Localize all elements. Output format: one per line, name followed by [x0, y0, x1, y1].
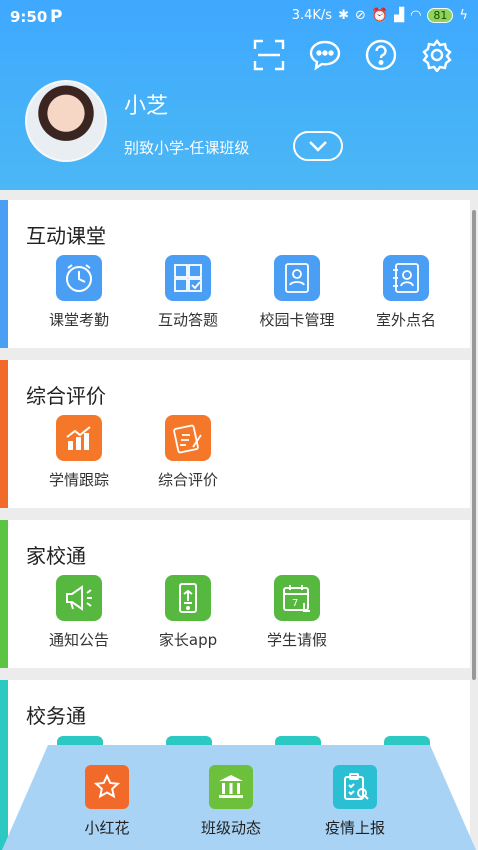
nav-class-dynamics[interactable]: 班级动态 [176, 765, 286, 838]
item-parent-app[interactable]: 家长app [133, 575, 243, 650]
nav-label: 班级动态 [200, 819, 261, 837]
nav-little-red-flower[interactable]: 小红花 [52, 765, 162, 838]
section-comprehensive-evaluation: 综合评价 学情跟踪 综合评价 [0, 360, 470, 508]
chart-icon [56, 415, 102, 461]
user-school-class: 别致小学-任课班级 [124, 139, 250, 157]
notification-p-icon: P [50, 7, 63, 27]
scrollbar[interactable] [472, 210, 476, 680]
header: 9:50 P 3.4K/s ✱ ⊘ ⏰ ▟ ◠ 81 ϟ 小芝 别致小学-任课班… [0, 0, 478, 190]
user-name: 小芝 [124, 94, 169, 119]
section-title: 家校通 [26, 544, 86, 568]
bottom-nav: 小红花 班级动态 疫情上报 [0, 745, 478, 850]
alarm-icon: ⏰ [371, 8, 389, 23]
nav-label: 小红花 [84, 819, 130, 837]
id-card-icon [274, 255, 320, 301]
charging-icon: ϟ [459, 8, 468, 23]
svg-text:7: 7 [292, 598, 298, 609]
item-label: 学生请假 [266, 631, 327, 649]
wifi-icon: ◠ [410, 8, 422, 23]
status-bar: 9:50 P 3.4K/s ✱ ⊘ ⏰ ▟ ◠ 81 ϟ [0, 0, 478, 34]
chevron-down-icon [309, 141, 327, 152]
status-right: 3.4K/s ✱ ⊘ ⏰ ▟ ◠ 81 ϟ [292, 8, 468, 23]
scan-icon[interactable] [252, 38, 286, 72]
megaphone-icon [56, 575, 102, 621]
item-comprehensive-evaluation[interactable]: 综合评价 [133, 415, 243, 490]
calendar-icon: 7 [274, 575, 320, 621]
section-title: 校务通 [26, 704, 86, 728]
section-home-school: 家校通 通知公告 家长app 7 学生请假 [0, 520, 470, 668]
section-title: 互动课堂 [26, 224, 106, 248]
help-icon[interactable] [364, 38, 398, 72]
item-label: 互动答题 [157, 311, 218, 329]
item-interactive-quiz[interactable]: 互动答题 [133, 255, 243, 330]
clock-icon [56, 255, 102, 301]
section-interactive-class: 互动课堂 课堂考勤 互动答题 校园卡管理 室外点名 [0, 200, 470, 348]
phone-app-icon [165, 575, 211, 621]
quiz-icon [165, 255, 211, 301]
item-label: 家长app [158, 631, 218, 649]
bluetooth-icon: ✱ [338, 8, 349, 23]
item-class-attendance[interactable]: 课堂考勤 [24, 255, 134, 330]
signal-icon: ▟ [394, 8, 405, 23]
bank-icon [209, 765, 253, 809]
item-learning-tracking[interactable]: 学情跟踪 [24, 415, 134, 490]
item-label: 室外点名 [375, 311, 436, 329]
avatar[interactable] [25, 80, 107, 162]
star-icon [85, 765, 129, 809]
settings-icon[interactable] [420, 38, 454, 72]
item-student-leave[interactable]: 7 学生请假 [242, 575, 352, 650]
evaluation-icon [165, 415, 211, 461]
section-title: 综合评价 [26, 384, 106, 408]
net-speed: 3.4K/s [291, 8, 333, 23]
message-icon[interactable] [308, 38, 342, 72]
clipboard-icon [333, 765, 377, 809]
item-campus-card[interactable]: 校园卡管理 [242, 255, 352, 330]
status-time: 9:50 [10, 8, 48, 26]
nav-label: 疫情上报 [324, 819, 385, 837]
item-label: 通知公告 [48, 631, 109, 649]
item-label: 课堂考勤 [48, 311, 109, 329]
item-label: 学情跟踪 [48, 471, 109, 489]
item-notice[interactable]: 通知公告 [24, 575, 134, 650]
item-label: 校园卡管理 [259, 311, 335, 329]
nav-epidemic-report[interactable]: 疫情上报 [300, 765, 410, 838]
item-outdoor-rollcall[interactable]: 室外点名 [351, 255, 461, 330]
class-dropdown-button[interactable] [293, 131, 343, 161]
battery-icon: 81 [427, 8, 454, 23]
contact-book-icon [383, 255, 429, 301]
mute-icon: ⊘ [354, 8, 366, 23]
item-label: 综合评价 [157, 471, 218, 489]
